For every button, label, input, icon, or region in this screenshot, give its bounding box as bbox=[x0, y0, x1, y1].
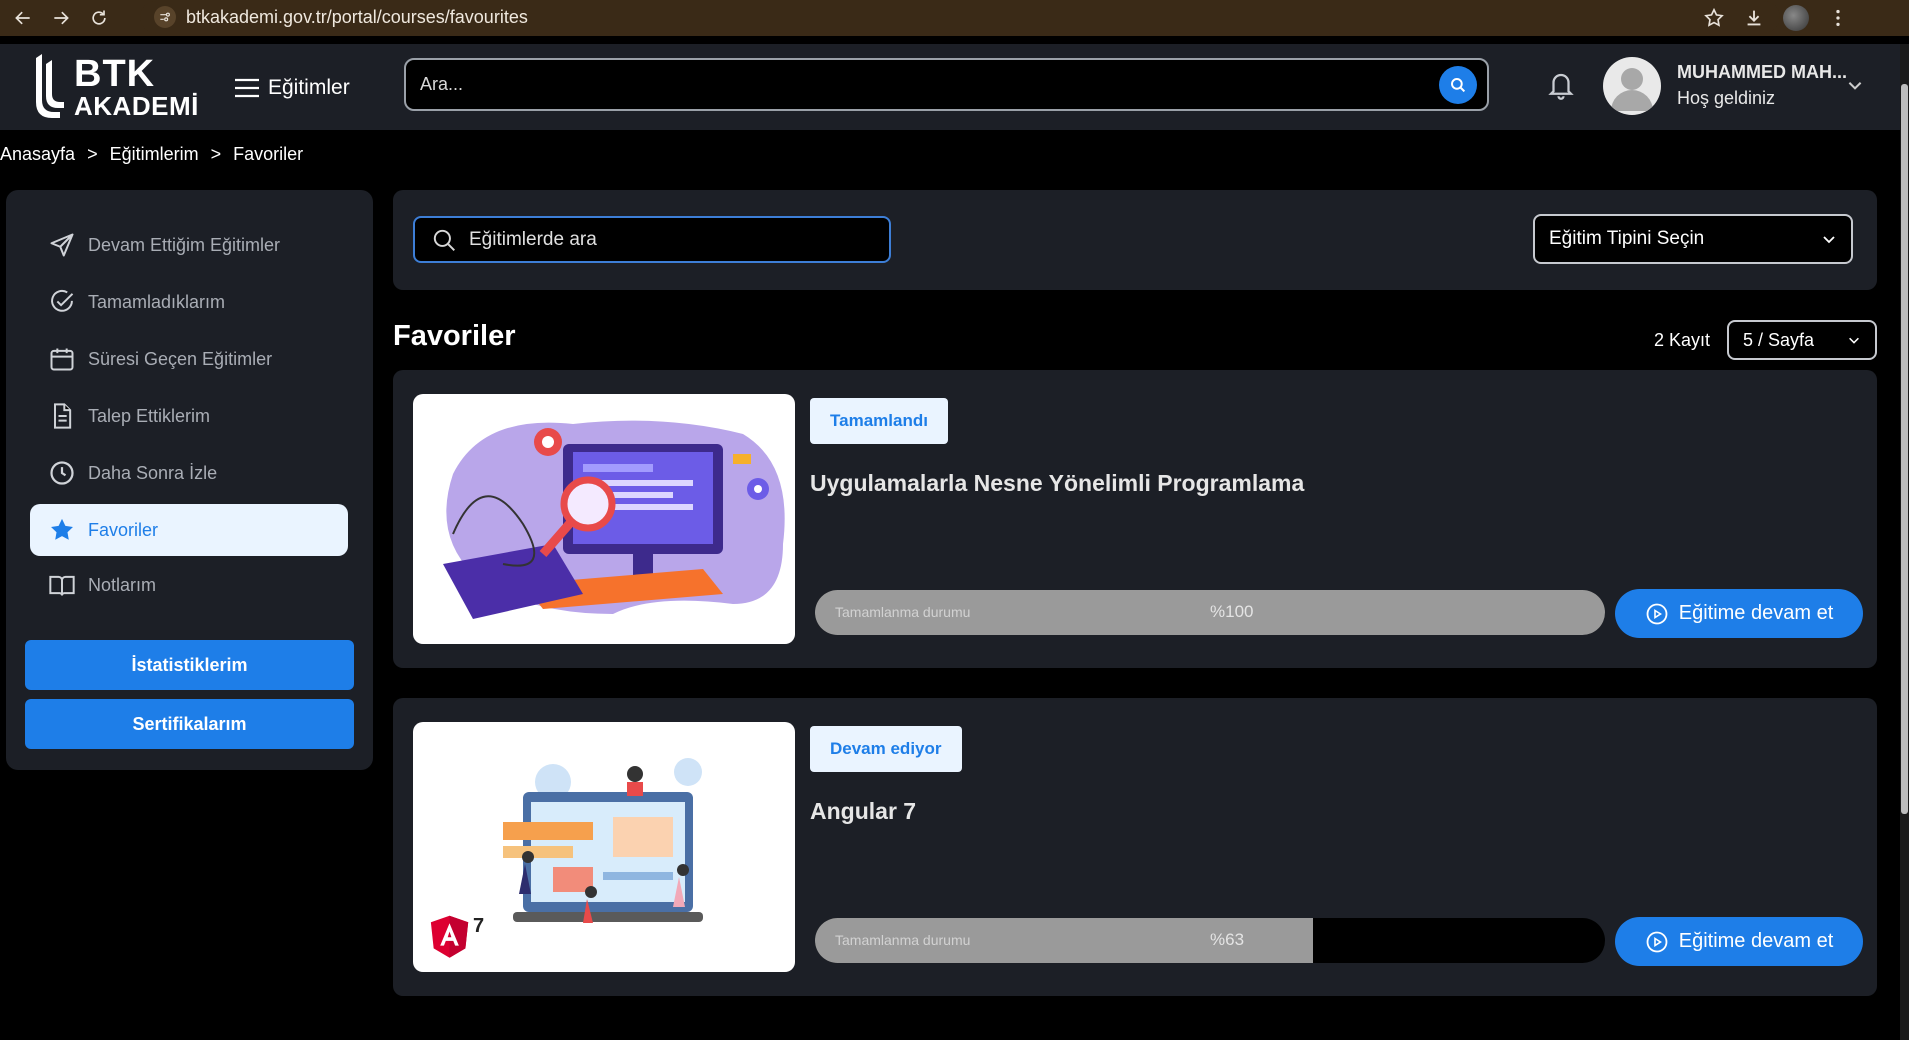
sidebar-item-notes[interactable]: Notlarım bbox=[30, 559, 348, 611]
sidebar-item-label: Devam Ettiğim Eğitimler bbox=[88, 234, 281, 255]
sidebar-item-label: Daha Sonra İzle bbox=[88, 462, 218, 483]
breadcrumb-separator: > bbox=[87, 144, 98, 164]
continue-course-button[interactable]: Eğitime devam et bbox=[1615, 589, 1863, 638]
more-menu-icon[interactable] bbox=[1827, 7, 1849, 29]
document-icon bbox=[54, 403, 72, 429]
sidebar-item-expired[interactable]: Süresi Geçen Eğitimler bbox=[30, 333, 348, 385]
check-circle-icon bbox=[51, 289, 74, 312]
user-greeting: Hoş geldiniz bbox=[1677, 88, 1776, 108]
back-button[interactable] bbox=[8, 3, 38, 33]
status-badge: Devam ediyor bbox=[810, 726, 962, 772]
calendar-icon bbox=[50, 348, 74, 371]
user-name: MUHAMMED MAH... bbox=[1677, 62, 1847, 82]
continue-course-button[interactable]: Eğitime devam et bbox=[1615, 917, 1863, 966]
logo-text-line1: BTK bbox=[74, 53, 156, 95]
page-scrollbar[interactable] bbox=[1900, 44, 1909, 1040]
record-count: 2 Kayıt bbox=[1654, 330, 1711, 350]
forward-button[interactable] bbox=[46, 3, 76, 33]
search-icon bbox=[1451, 77, 1466, 92]
continue-course-label: Eğitime devam et bbox=[1678, 930, 1834, 952]
course-thumbnail[interactable]: 7 bbox=[413, 722, 795, 972]
user-silhouette-icon bbox=[1611, 68, 1653, 111]
browser-profile-avatar[interactable] bbox=[1783, 5, 1809, 31]
reload-icon bbox=[92, 10, 106, 25]
chevron-down-icon bbox=[1849, 337, 1859, 344]
send-icon bbox=[50, 233, 74, 257]
url-text: btkakademi.gov.tr/portal/courses/favouri… bbox=[186, 6, 528, 27]
progress-value: %100 bbox=[1210, 602, 1254, 621]
course-card: 7 Devam ediyor Angular 7 Tamamlanma duru… bbox=[393, 698, 1877, 996]
sidebar-item-watch-later[interactable]: Daha Sonra İzle bbox=[30, 447, 348, 499]
sidebar-item-requested[interactable]: Talep Ettiklerim bbox=[30, 390, 348, 442]
sidebar-item-label: Talep Ettiklerim bbox=[88, 405, 211, 426]
hamburger-icon bbox=[235, 78, 259, 98]
progress-bar: Tamamlanma durumu %100 bbox=[815, 590, 1605, 635]
sidebar-item-label: Favoriler bbox=[88, 519, 159, 540]
btk-logo-mark-icon bbox=[36, 54, 64, 118]
angular-version-label: 7 bbox=[473, 915, 485, 937]
play-circle-icon bbox=[1646, 603, 1668, 624]
progress-label: Tamamlanma durumu bbox=[835, 932, 971, 948]
chevron-down-icon bbox=[1823, 236, 1835, 244]
site-header: BTK AKADEMİ Eğitimler MUHAMMED MAH... Ho… bbox=[0, 44, 1900, 130]
sidebar-item-label: Notlarım bbox=[88, 574, 157, 595]
page-title: Favoriler bbox=[393, 320, 516, 352]
statistics-button[interactable]: İstatistiklerim bbox=[25, 640, 354, 690]
logo-text-line2: AKADEMİ bbox=[74, 91, 199, 121]
bookmark-star-icon[interactable] bbox=[1703, 7, 1725, 29]
breadcrumb-home[interactable]: Anasayfa bbox=[0, 144, 75, 165]
sidebar: Devam Ettiğim Eğitimler Tamamladıklarım … bbox=[6, 190, 373, 770]
sidebar-item-completed[interactable]: Tamamladıklarım bbox=[30, 276, 348, 328]
breadcrumb-separator: > bbox=[210, 144, 222, 164]
course-type-select-value: Eğitim Tipini Seçin bbox=[1549, 228, 1705, 249]
play-circle-icon bbox=[1646, 931, 1668, 952]
course-thumbnail[interactable] bbox=[413, 394, 795, 644]
page-size-value: 5 / Sayfa bbox=[1743, 329, 1815, 350]
sidebar-item-label: Süresi Geçen Eğitimler bbox=[88, 348, 273, 369]
breadcrumb: Anasayfa > Eğitimlerim > Favoriler bbox=[0, 144, 303, 165]
course-title[interactable]: Uygulamalarla Nesne Yönelimli Programlam… bbox=[810, 470, 1304, 497]
sidebar-item-label: Tamamladıklarım bbox=[88, 291, 226, 312]
book-icon bbox=[49, 575, 75, 596]
course-search-input[interactable] bbox=[469, 228, 889, 251]
arrow-left-icon bbox=[15, 11, 30, 25]
search-icon bbox=[433, 229, 455, 251]
status-badge: Tamamlandı bbox=[810, 398, 948, 444]
continue-course-label: Eğitime devam et bbox=[1678, 602, 1834, 624]
progress-value: %63 bbox=[1210, 930, 1245, 949]
global-search-input[interactable] bbox=[420, 74, 1439, 95]
site-settings-icon[interactable] bbox=[154, 6, 176, 28]
user-avatar[interactable] bbox=[1603, 57, 1661, 115]
breadcrumb-my-courses[interactable]: Eğitimlerim bbox=[110, 144, 199, 165]
course-title[interactable]: Angular 7 bbox=[810, 798, 916, 825]
course-type-select[interactable]: Eğitim Tipini Seçin bbox=[1533, 214, 1853, 264]
reload-button[interactable] bbox=[84, 3, 114, 33]
breadcrumb-current: Favoriler bbox=[233, 144, 304, 164]
btk-logo[interactable]: BTK AKADEMİ bbox=[30, 52, 200, 122]
programming-illustration-icon bbox=[443, 420, 785, 619]
sidebar-item-favorites[interactable]: Favoriler bbox=[30, 504, 348, 556]
courses-menu-label: Eğitimler bbox=[268, 76, 350, 99]
chevron-down-icon[interactable] bbox=[1846, 76, 1864, 94]
global-search-button[interactable] bbox=[1439, 65, 1477, 104]
progress-bar: Tamamlanma durumu %63 bbox=[815, 918, 1605, 963]
clock-icon bbox=[50, 461, 74, 485]
star-icon bbox=[51, 518, 73, 540]
global-search bbox=[404, 58, 1489, 111]
courses-menu-button[interactable]: Eğitimler bbox=[234, 68, 350, 108]
certificates-button[interactable]: Sertifikalarım bbox=[25, 699, 354, 749]
address-bar[interactable]: btkakademi.gov.tr/portal/courses/favouri… bbox=[140, 1, 1780, 33]
filter-panel: Eğitim Tipini Seçin bbox=[393, 190, 1877, 290]
browser-toolbar: btkakademi.gov.tr/portal/courses/favouri… bbox=[0, 0, 1909, 36]
scrollbar-thumb[interactable] bbox=[1901, 84, 1908, 814]
progress-label: Tamamlanma durumu bbox=[835, 604, 971, 620]
course-search bbox=[413, 216, 891, 263]
notification-bell-icon[interactable] bbox=[1546, 68, 1576, 102]
course-card: Tamamlandı Uygulamalarla Nesne Yönelimli… bbox=[393, 370, 1877, 668]
download-icon[interactable] bbox=[1743, 7, 1765, 29]
page-size-select[interactable]: 5 / Sayfa bbox=[1727, 320, 1877, 360]
arrow-right-icon bbox=[54, 11, 69, 25]
sidebar-item-in-progress[interactable]: Devam Ettiğim Eğitimler bbox=[30, 219, 348, 271]
